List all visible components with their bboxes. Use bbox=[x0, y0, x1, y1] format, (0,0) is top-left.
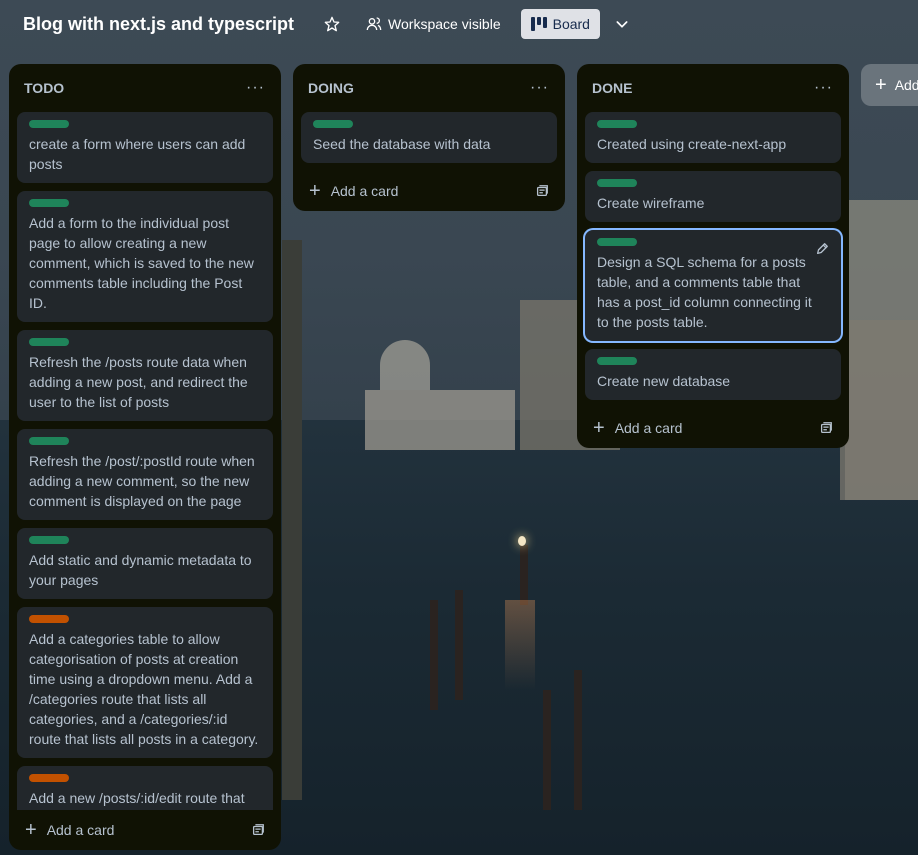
list-title[interactable]: TODO bbox=[24, 80, 64, 96]
list-title[interactable]: DONE bbox=[592, 80, 632, 96]
card[interactable]: Add static and dynamic metadata to your … bbox=[17, 528, 273, 599]
card-template-icon[interactable] bbox=[535, 184, 549, 198]
card-label-green[interactable] bbox=[597, 238, 637, 246]
card-title: create a form where users can add posts bbox=[29, 136, 246, 172]
visibility-label: Workspace visible bbox=[388, 16, 501, 32]
more-icon: ··· bbox=[246, 79, 265, 96]
list-doing: DOING ··· Seed the database with data + … bbox=[293, 64, 565, 211]
board-view-label: Board bbox=[552, 16, 590, 32]
card[interactable]: Add a form to the individual post page t… bbox=[17, 191, 273, 322]
list-done: DONE ··· Created using create-next-app C… bbox=[577, 64, 849, 448]
card-title: Refresh the /post/:postId route when add… bbox=[29, 453, 255, 509]
card-label-green[interactable] bbox=[29, 120, 69, 128]
card[interactable]: Create wireframe bbox=[585, 171, 841, 222]
list-menu-button[interactable]: ··· bbox=[530, 79, 549, 97]
card-list: create a form where users can add posts … bbox=[9, 112, 281, 810]
more-icon: ··· bbox=[814, 79, 833, 96]
board-view-button[interactable]: Board bbox=[520, 9, 600, 39]
plus-icon: + bbox=[25, 819, 37, 841]
plus-icon: + bbox=[309, 180, 321, 202]
list-footer: + Add a card bbox=[293, 171, 565, 211]
card-label-green[interactable] bbox=[597, 179, 637, 187]
add-list-button[interactable]: + Add bbox=[861, 64, 918, 106]
card-title: Add static and dynamic metadata to your … bbox=[29, 552, 252, 588]
list-menu-button[interactable]: ··· bbox=[814, 79, 833, 97]
card-label-green[interactable] bbox=[29, 199, 69, 207]
card-list: Seed the database with data bbox=[293, 112, 565, 163]
chevron-down-icon bbox=[616, 21, 628, 28]
pencil-icon[interactable] bbox=[815, 242, 829, 256]
card-title: Add a form to the individual post page t… bbox=[29, 215, 254, 311]
card-label-orange[interactable] bbox=[29, 615, 69, 623]
card[interactable]: create a form where users can add posts bbox=[17, 112, 273, 183]
card[interactable]: Add a new /posts/:id/edit route that all… bbox=[17, 766, 273, 810]
card-title: Seed the database with data bbox=[313, 136, 491, 152]
board-icon bbox=[530, 17, 547, 31]
card[interactable]: Create new database bbox=[585, 349, 841, 400]
add-card-button[interactable]: + Add a card bbox=[593, 417, 683, 439]
card-label-green[interactable] bbox=[313, 120, 353, 128]
list-header: DOING ··· bbox=[293, 64, 565, 112]
visibility-button[interactable]: Workspace visible bbox=[356, 9, 511, 39]
plus-icon: + bbox=[593, 417, 605, 439]
list-header: TODO ··· bbox=[9, 64, 281, 112]
card-title: Created using create-next-app bbox=[597, 136, 787, 152]
card[interactable]: Created using create-next-app bbox=[585, 112, 841, 163]
card-title: Add a categories table to allow categori… bbox=[29, 631, 259, 747]
add-card-label: Add a card bbox=[614, 420, 683, 436]
card-template-icon[interactable] bbox=[251, 823, 265, 837]
card-label-green[interactable] bbox=[29, 536, 69, 544]
add-card-button[interactable]: + Add a card bbox=[309, 180, 399, 202]
card-label-orange[interactable] bbox=[29, 774, 69, 782]
list-title[interactable]: DOING bbox=[308, 80, 354, 96]
plus-icon: + bbox=[875, 74, 887, 96]
list-footer: + Add a card bbox=[9, 810, 281, 850]
list-menu-button[interactable]: ··· bbox=[246, 79, 265, 97]
card-list: Created using create-next-app Create wir… bbox=[577, 112, 849, 400]
card-label-green[interactable] bbox=[29, 437, 69, 445]
card-template-icon[interactable] bbox=[819, 421, 833, 435]
add-list-label: Add bbox=[894, 77, 918, 93]
add-card-label: Add a card bbox=[330, 183, 399, 199]
card[interactable]: Seed the database with data bbox=[301, 112, 557, 163]
add-card-button[interactable]: + Add a card bbox=[25, 819, 115, 841]
card-title: Create wireframe bbox=[597, 195, 705, 211]
card-label-green[interactable] bbox=[597, 120, 637, 128]
list-todo: TODO ··· create a form where users can a… bbox=[9, 64, 281, 850]
card-label-green[interactable] bbox=[29, 338, 69, 346]
card-title: Refresh the /posts route data when addin… bbox=[29, 354, 248, 410]
card[interactable]: Refresh the /post/:postId route when add… bbox=[17, 429, 273, 520]
card-title: Design a SQL schema for a posts table, a… bbox=[597, 254, 812, 330]
add-card-label: Add a card bbox=[46, 822, 115, 838]
board-title[interactable]: Blog with next.js and typescript bbox=[23, 14, 294, 35]
list-header: DONE ··· bbox=[577, 64, 849, 112]
card-title: Create new database bbox=[597, 373, 731, 389]
card-selected[interactable]: Design a SQL schema for a posts table, a… bbox=[585, 230, 841, 341]
card[interactable]: Refresh the /posts route data when addin… bbox=[17, 330, 273, 421]
card-label-green[interactable] bbox=[597, 357, 637, 365]
star-icon bbox=[324, 16, 340, 32]
people-icon bbox=[366, 17, 382, 31]
more-icon: ··· bbox=[530, 79, 549, 96]
list-footer: + Add a card bbox=[577, 408, 849, 448]
card[interactable]: Add a categories table to allow categori… bbox=[17, 607, 273, 758]
board-header: Blog with next.js and typescript Workspa… bbox=[0, 0, 918, 48]
card-title: Add a new /posts/:id/edit route that all… bbox=[29, 790, 245, 806]
view-switcher-button[interactable] bbox=[606, 9, 638, 39]
star-button[interactable] bbox=[316, 9, 348, 39]
